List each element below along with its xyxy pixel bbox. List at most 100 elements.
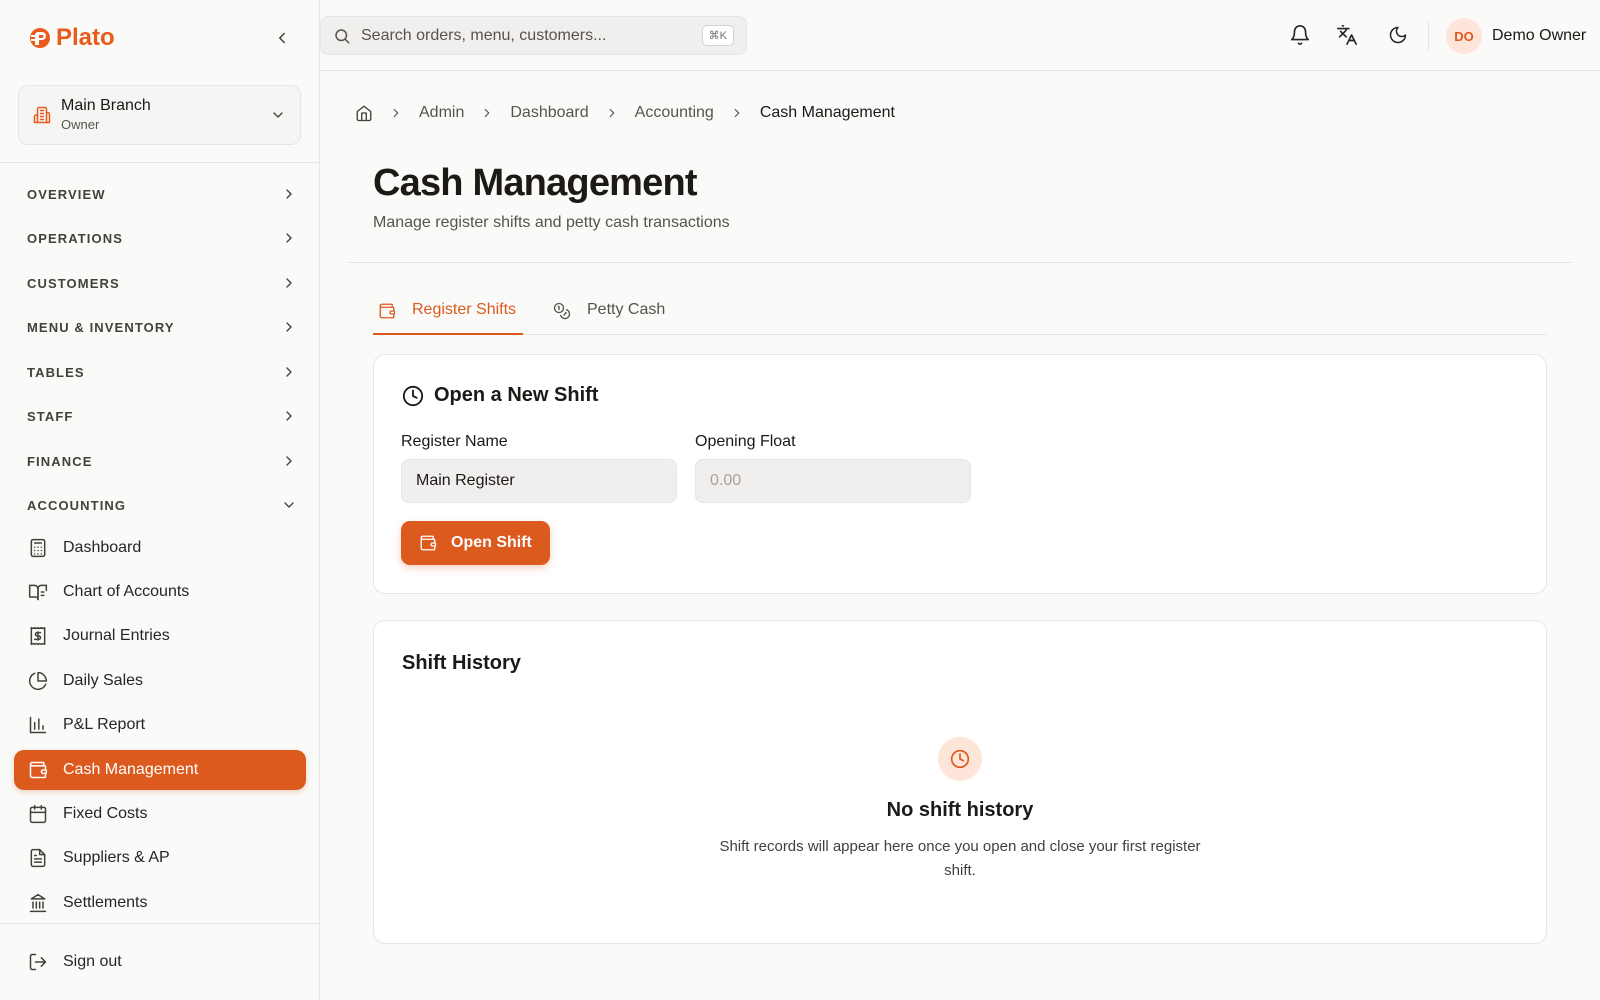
chevron-right-icon — [286, 278, 292, 288]
sidebar-item-settlements[interactable]: Settlements — [14, 883, 306, 923]
chevron-right-icon — [389, 106, 403, 120]
opening-float-input[interactable] — [695, 459, 971, 503]
clock-icon — [938, 737, 982, 781]
global-search[interactable]: ⌘K — [320, 16, 747, 55]
breadcrumb-current: Cash Management — [759, 104, 895, 121]
nav-section-operations[interactable]: OPERATIONS — [27, 226, 297, 250]
chevron-right-icon — [286, 322, 292, 332]
nav-section-label: TABLES — [27, 364, 85, 380]
chevron-down-icon — [270, 107, 286, 123]
sidebar-item-chart-of-accounts[interactable]: Chart of Accounts — [14, 572, 306, 612]
file-text-icon — [27, 847, 49, 869]
building-icon — [33, 106, 51, 124]
sidebar-item-dashboard[interactable]: Dashboard — [14, 528, 306, 568]
nav-section-customers[interactable]: CUSTOMERS — [27, 271, 297, 295]
plato-logo-icon — [30, 28, 50, 48]
nav-section-overview[interactable]: OVERVIEW — [27, 182, 297, 206]
calculator-icon — [27, 537, 49, 559]
branch-name: Main Branch — [61, 97, 151, 114]
open-shift-title-text: Open a New Shift — [434, 384, 599, 406]
sidebar-item-cash-management[interactable]: Cash Management — [14, 750, 306, 790]
wallet-icon — [27, 759, 49, 781]
breadcrumb-dashboard[interactable]: Dashboard — [510, 104, 588, 122]
nav-section-label: OVERVIEW — [27, 186, 106, 202]
moon-icon — [1389, 26, 1407, 44]
home-icon[interactable] — [355, 104, 373, 122]
breadcrumb-admin[interactable]: Admin — [419, 104, 464, 122]
app-logo[interactable]: Plato — [28, 24, 115, 52]
opening-float-label: Opening Float — [695, 433, 796, 450]
sidebar-item-fixed-costs[interactable]: Fixed Costs — [14, 794, 306, 834]
topbar: ⌘K DO Demo Owner — [320, 0, 1600, 71]
chevron-right-icon — [605, 106, 619, 120]
sidebar: Plato Main Branch Owner OVERVIEW OPERATI… — [0, 0, 320, 1000]
sidebar-item-label: Chart of Accounts — [63, 583, 190, 600]
tab-register-shifts[interactable]: Register Shifts — [373, 293, 523, 335]
open-shift-button[interactable]: Open Shift — [401, 521, 550, 565]
sidebar-item-label: P&L Report — [63, 716, 146, 733]
chevron-left-icon — [279, 32, 285, 44]
nav-section-menu-inventory[interactable]: MENU & INVENTORY — [27, 315, 297, 339]
nav-section-label: ACCOUNTING — [27, 497, 127, 513]
header-divider — [347, 262, 1573, 263]
landmark-icon — [27, 892, 49, 914]
sidebar-item-journal-entries[interactable]: Journal Entries — [14, 616, 306, 656]
branch-role: Owner — [61, 117, 100, 132]
sidebar-item-label: Daily Sales — [63, 672, 144, 689]
sidebar-item-daily-sales[interactable]: Daily Sales — [14, 661, 306, 701]
tab-bar: Register Shifts Petty Cash — [373, 293, 1547, 335]
search-shortcut-badge: ⌘K — [701, 25, 734, 46]
sidebar-item-pl-report[interactable]: P&L Report — [14, 705, 306, 745]
sidebar-item-suppliers-ap[interactable]: Suppliers & AP — [14, 838, 306, 878]
open-shift-title: Open a New Shift — [402, 384, 598, 407]
bar-chart-icon — [27, 714, 49, 736]
collapse-sidebar-button[interactable] — [270, 26, 294, 50]
nav-section-label: OPERATIONS — [27, 230, 123, 246]
sidebar-divider — [0, 162, 320, 163]
empty-state-description: Shift records will appear here once you … — [719, 838, 1201, 879]
app-name: Plato — [56, 24, 115, 51]
language-button[interactable] — [1335, 23, 1359, 47]
nav-section-accounting[interactable]: ACCOUNTING — [27, 493, 297, 517]
breadcrumb-accounting[interactable]: Accounting — [635, 104, 714, 122]
nav-section-tables[interactable]: TABLES — [27, 360, 297, 384]
calendar-icon — [27, 803, 49, 825]
notifications-button[interactable] — [1288, 23, 1312, 47]
register-name-label: Register Name — [401, 433, 508, 450]
sign-out-label: Sign out — [63, 953, 122, 970]
empty-state-title: No shift history — [886, 799, 1034, 821]
sidebar-divider — [0, 923, 320, 924]
chevron-right-icon — [286, 367, 292, 377]
chevron-right-icon — [286, 456, 292, 466]
pie-chart-icon — [27, 670, 49, 692]
tab-label: Petty Cash — [587, 301, 666, 318]
shift-history-card: Shift History No shift history Shift rec… — [373, 620, 1547, 944]
wallet-icon — [378, 302, 396, 320]
sidebar-item-label: Fixed Costs — [63, 805, 148, 822]
nav-section-finance[interactable]: FINANCE — [27, 449, 297, 473]
sidebar-item-label: Cash Management — [63, 761, 199, 778]
topbar-separator — [1428, 22, 1429, 50]
sidebar-item-label: Journal Entries — [63, 627, 170, 644]
translate-icon — [1337, 25, 1357, 45]
shift-history-title: Shift History — [402, 652, 521, 674]
user-menu[interactable]: DO Demo Owner — [1446, 18, 1586, 54]
nav-section-label: STAFF — [27, 408, 74, 424]
user-name: Demo Owner — [1492, 27, 1587, 44]
nav-section-label: CUSTOMERS — [27, 275, 120, 291]
clock-icon — [402, 385, 424, 407]
breadcrumb: Admin Dashboard Accounting Cash Manageme… — [355, 100, 895, 126]
coins-icon — [553, 302, 571, 320]
register-name-input[interactable] — [401, 459, 677, 503]
theme-toggle-button[interactable] — [1386, 23, 1410, 47]
sidebar-item-label: Dashboard — [63, 539, 142, 556]
branch-switcher[interactable]: Main Branch Owner — [18, 85, 301, 145]
nav-section-label: MENU & INVENTORY — [27, 319, 175, 335]
chevron-right-icon — [286, 411, 292, 421]
sign-out-button[interactable]: Sign out — [14, 942, 306, 982]
chevron-right-icon — [730, 106, 744, 120]
tab-petty-cash[interactable]: Petty Cash — [553, 293, 665, 335]
book-open-icon — [27, 581, 49, 603]
search-input[interactable] — [361, 26, 702, 45]
nav-section-staff[interactable]: STAFF — [27, 404, 297, 428]
